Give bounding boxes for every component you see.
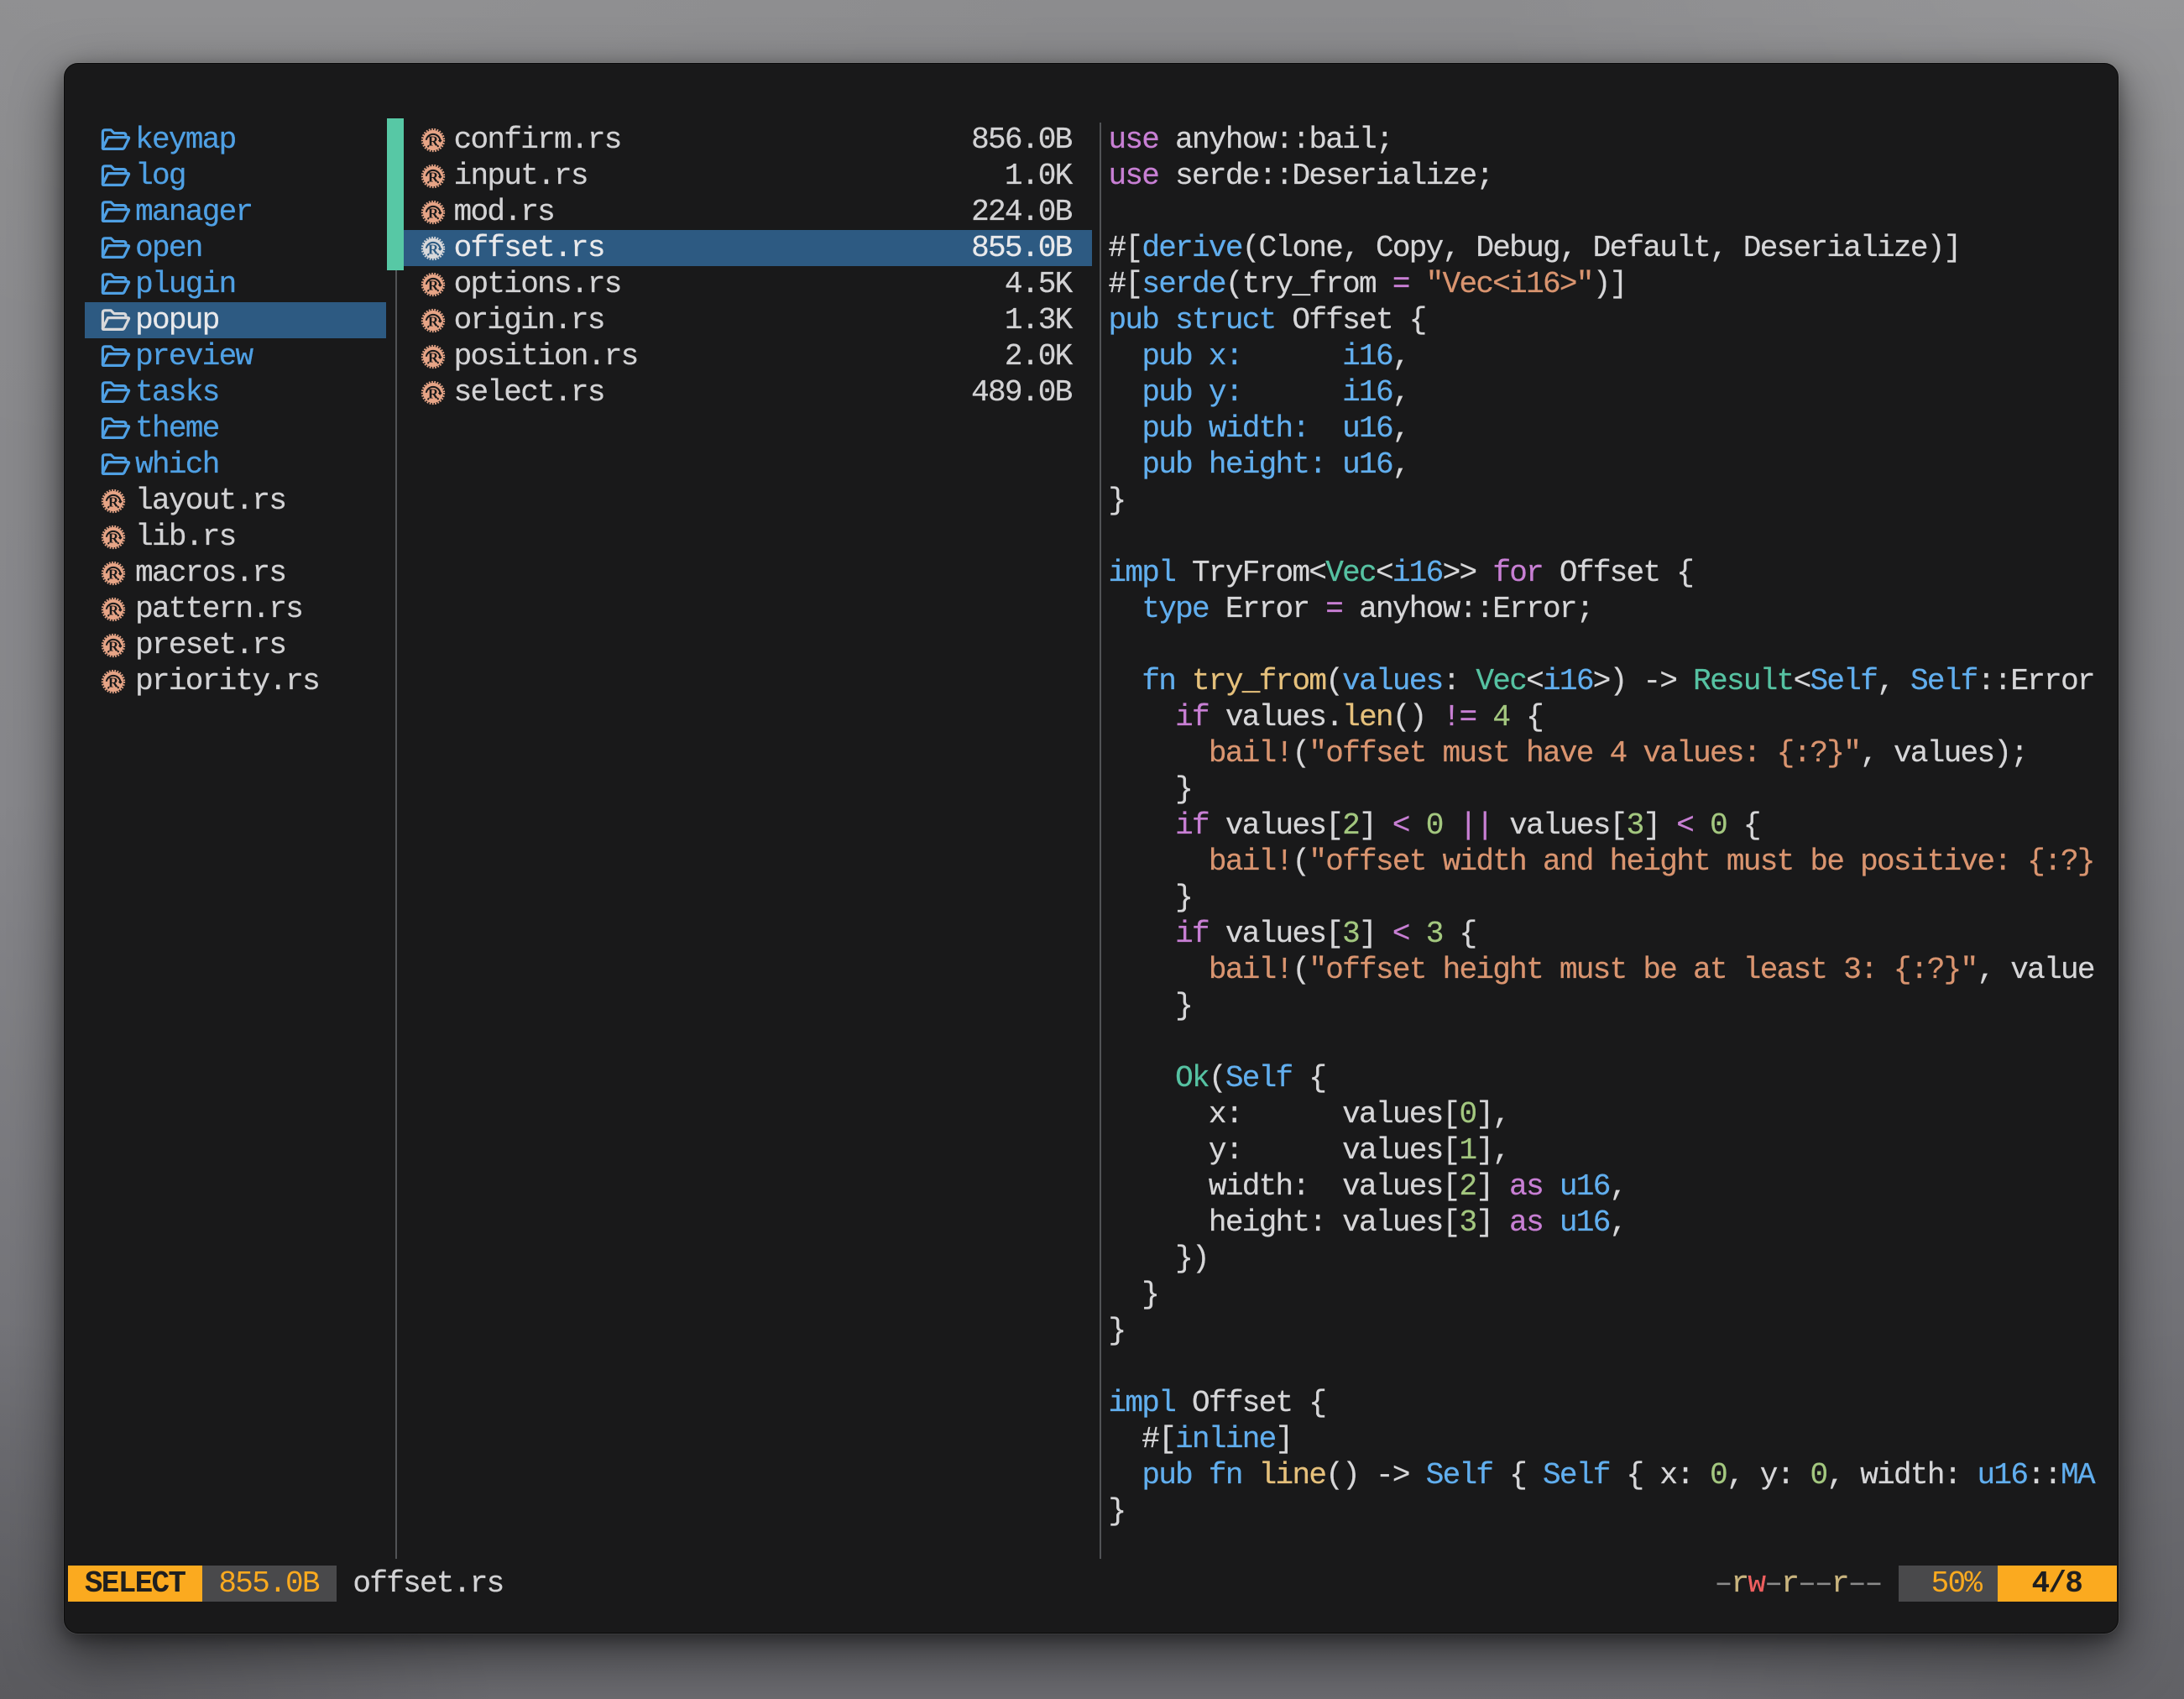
svg-text:R: R (428, 205, 439, 221)
svg-text:R: R (108, 566, 119, 582)
svg-text:R: R (428, 241, 439, 257)
svg-text:R: R (108, 494, 119, 510)
svg-text:R: R (428, 169, 439, 185)
svg-text:R: R (428, 277, 439, 293)
svg-text:R: R (108, 530, 119, 546)
svg-text:R: R (428, 133, 439, 149)
svg-text:R: R (108, 674, 119, 690)
svg-text:R: R (428, 385, 439, 401)
svg-text:R: R (108, 638, 119, 654)
svg-text:R: R (428, 313, 439, 329)
svg-text:R: R (428, 349, 439, 365)
svg-text:R: R (108, 602, 119, 618)
